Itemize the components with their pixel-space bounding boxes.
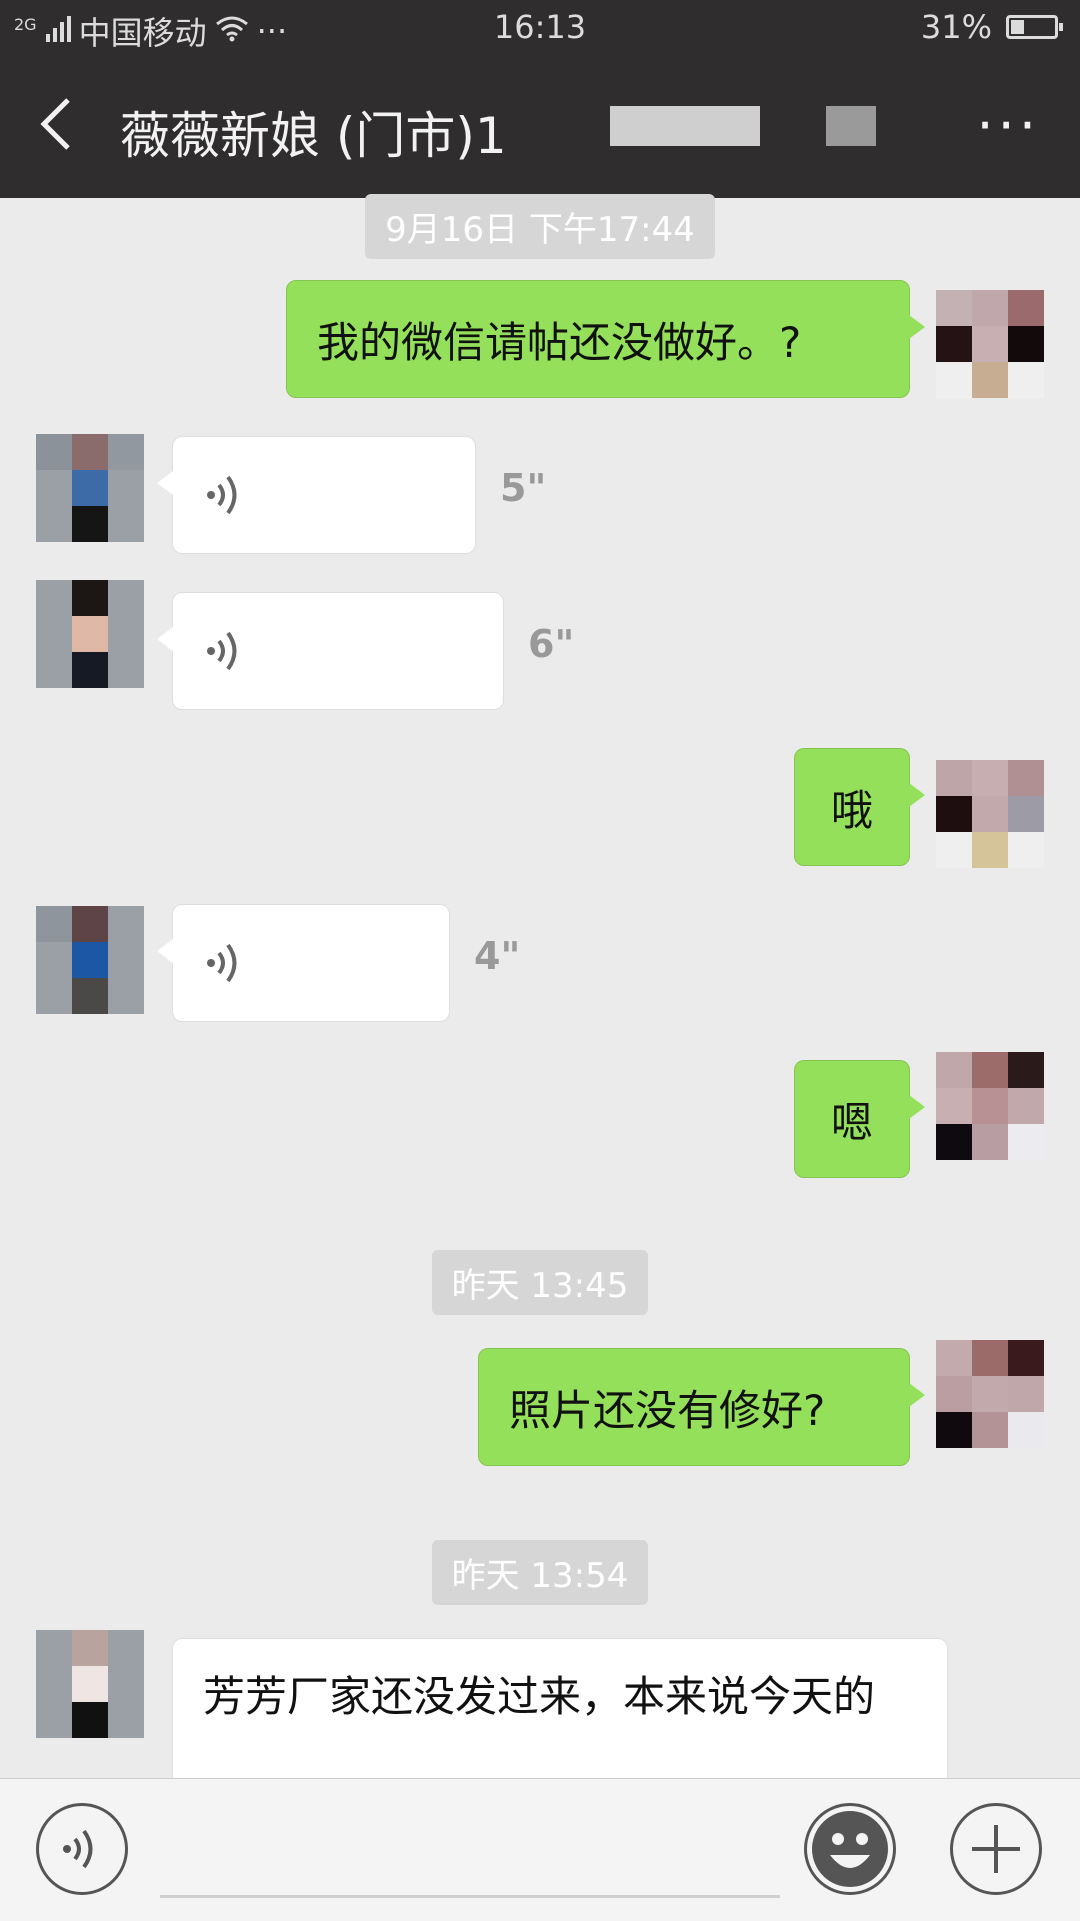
voice-message-icon <box>203 623 249 679</box>
status-bar: 2G 中国移动 ··· 16:13 31% <box>0 0 1080 56</box>
timestamp: 9月16日 下午17:44 <box>0 194 1080 259</box>
battery-fill <box>1011 20 1024 34</box>
incoming-voice-bubble[interactable] <box>157 436 476 554</box>
message-text: 我的微信请帖还没做好。? <box>317 317 802 367</box>
voice-duration: 4" <box>474 934 521 978</box>
contact-avatar[interactable] <box>36 1630 144 1738</box>
message-text: 哦 <box>830 785 873 835</box>
emoji-icon[interactable] <box>804 1803 896 1895</box>
redacted-block-2 <box>826 106 876 146</box>
back-icon[interactable] <box>36 96 92 156</box>
message-input-field[interactable] <box>160 1895 780 1898</box>
contact-avatar[interactable] <box>36 434 144 542</box>
timestamp: 昨天 13:45 <box>0 1250 1080 1315</box>
incoming-voice-bubble[interactable] <box>157 592 504 710</box>
timestamp: 昨天 13:54 <box>0 1540 1080 1605</box>
chat-title: 薇薇新娘 (门市)1 <box>120 107 507 165</box>
outgoing-message-bubble[interactable]: 嗯 <box>794 1060 925 1178</box>
more-options-icon[interactable]: ··· <box>977 99 1041 153</box>
message-text: 嗯 <box>830 1097 873 1147</box>
voice-duration: 5" <box>500 466 547 510</box>
timestamp-label: 昨天 13:45 <box>431 1250 649 1315</box>
redacted-block <box>610 106 760 146</box>
outgoing-message-bubble[interactable]: 照片还没有修好? <box>478 1348 925 1466</box>
message-text: 照片还没有修好? <box>509 1385 826 1435</box>
voice-input-toggle-icon[interactable] <box>36 1803 128 1895</box>
clock: 16:13 <box>493 8 587 46</box>
message-text: 芳芳厂家还没发过来，本来说今天的 <box>203 1672 876 1721</box>
battery-percent: 31% <box>920 8 992 46</box>
timestamp-label: 昨天 13:54 <box>431 1540 649 1605</box>
plus-icon[interactable] <box>950 1803 1042 1895</box>
voice-message-icon <box>203 467 249 523</box>
voice-message-icon <box>203 935 249 991</box>
outgoing-message-bubble[interactable]: 我的微信请帖还没做好。? <box>286 280 925 398</box>
my-avatar[interactable] <box>936 290 1044 398</box>
my-avatar[interactable] <box>936 760 1044 868</box>
incoming-message-bubble[interactable]: 芳芳厂家还没发过来，本来说今天的 <box>172 1638 948 1798</box>
chat-input-bar <box>0 1778 1080 1921</box>
outgoing-message-bubble[interactable]: 哦 <box>794 748 925 866</box>
status-right: 31% <box>920 8 1063 46</box>
chat-header: 薇薇新娘 (门市)1 ··· <box>0 56 1080 198</box>
contact-avatar[interactable] <box>36 580 144 688</box>
my-avatar[interactable] <box>936 1052 1044 1160</box>
my-avatar[interactable] <box>936 1340 1044 1448</box>
voice-duration: 6" <box>528 622 575 666</box>
incoming-voice-bubble[interactable] <box>157 904 450 1022</box>
battery-icon <box>1006 15 1063 39</box>
timestamp-label: 9月16日 下午17:44 <box>365 194 715 259</box>
contact-avatar[interactable] <box>36 906 144 1014</box>
